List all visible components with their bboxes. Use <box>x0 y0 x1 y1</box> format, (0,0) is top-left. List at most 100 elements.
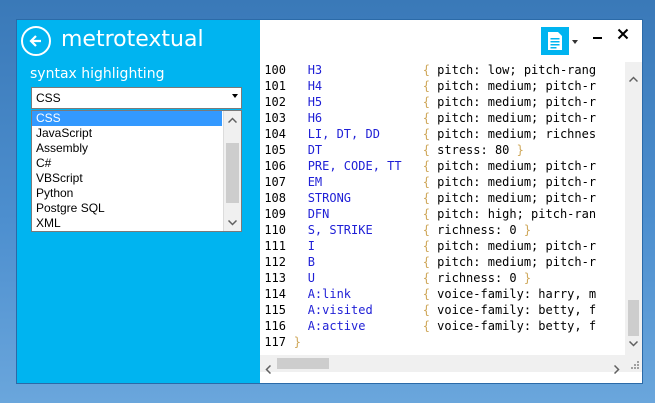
syntax-dropdown: CSS JavaScript Assembly C# VBScript Python Pos… <box>31 110 242 232</box>
scroll-up-icon[interactable] <box>628 67 639 86</box>
line-number: 117 <box>264 335 286 349</box>
css-selector: DFN <box>307 207 330 221</box>
line-number: 101 <box>264 79 286 93</box>
css-selector: B <box>307 255 315 269</box>
editor-vscroll-thumb[interactable] <box>628 300 639 336</box>
css-declarations: pitch: medium; pitch-r <box>437 255 597 269</box>
open-brace: { <box>422 207 438 221</box>
code-line: 109 DFN { pitch: high; pitch-ran <box>260 206 625 222</box>
open-brace: { <box>422 63 438 77</box>
dropdown-scrollbar[interactable] <box>223 111 241 231</box>
css-selector: H6 <box>307 111 323 125</box>
app-window: metrotextual syntax highlighting CSS CSS… <box>17 20 642 383</box>
chevron-down-icon[interactable] <box>232 94 238 98</box>
editor-horizontal-scrollbar[interactable] <box>260 355 625 375</box>
code-line: 110 S, STRIKE { richness: 0 } <box>260 222 625 238</box>
line-number: 112 <box>264 255 286 269</box>
css-selector: H5 <box>307 95 323 109</box>
dropdown-option[interactable]: Assembly <box>32 141 222 156</box>
css-declarations: pitch: medium; richnes <box>437 127 597 141</box>
syntax-combo-value: CSS <box>36 91 61 105</box>
css-declarations: pitch: medium; pitch-r <box>437 175 597 189</box>
back-button[interactable] <box>21 26 51 56</box>
css-declarations: pitch: low; pitch-rang <box>437 63 597 77</box>
css-declarations: richness: 0 <box>437 223 524 237</box>
code-line: 114 A:link { voice-family: harry, m <box>260 286 625 302</box>
code-line: 105 DT { stress: 80 } <box>260 142 625 158</box>
close-brace: } <box>523 271 532 285</box>
scroll-up-icon[interactable] <box>224 111 241 128</box>
dropdown-option[interactable]: XML <box>32 216 222 231</box>
css-selector: A:active <box>307 319 366 333</box>
code-line: 115 A:visited { voice-family: betty, f <box>260 302 625 318</box>
code-line: 108 STRONG { pitch: medium; pitch-r <box>260 190 625 206</box>
open-brace: { <box>422 143 438 157</box>
scroll-down-icon[interactable] <box>224 214 241 231</box>
line-number: 111 <box>264 239 286 253</box>
code-line: 104 LI, DT, DD { pitch: medium; richnes <box>260 126 625 142</box>
dropdown-scroll-thumb[interactable] <box>226 143 239 203</box>
code-line: 112 B { pitch: medium; pitch-r <box>260 254 625 270</box>
dropdown-option[interactable]: CSS <box>32 111 222 126</box>
line-number: 100 <box>264 63 286 77</box>
css-declarations: pitch: medium; pitch-r <box>437 79 597 93</box>
open-brace: { <box>422 175 438 189</box>
line-number: 107 <box>264 175 286 189</box>
app-title: metrotextual <box>61 27 204 52</box>
code-editor[interactable]: 100 H3 { pitch: low; pitch-rang 101 H4 { pi… <box>260 62 625 355</box>
css-selector: U <box>307 271 315 285</box>
line-number: 114 <box>264 287 286 301</box>
line-number: 104 <box>264 127 286 141</box>
scroll-right-icon[interactable] <box>613 359 620 378</box>
document-button[interactable] <box>541 27 569 55</box>
line-number: 102 <box>264 95 286 109</box>
minimize-button[interactable] <box>591 29 605 43</box>
line-number: 105 <box>264 143 286 157</box>
open-brace: { <box>422 287 438 301</box>
dropdown-option[interactable]: JavaScript <box>32 126 222 141</box>
editor-toolbar <box>260 20 642 64</box>
line-number: 113 <box>264 271 286 285</box>
sidebar: metrotextual syntax highlighting CSS CSS… <box>17 20 260 383</box>
code-line: 117 } <box>260 334 625 350</box>
close-button[interactable] <box>617 26 631 42</box>
editor-vertical-scrollbar[interactable] <box>625 62 642 356</box>
dropdown-option[interactable]: Python <box>32 186 222 201</box>
open-brace: { <box>422 127 438 141</box>
code-line: 107 EM { pitch: medium; pitch-r <box>260 174 625 190</box>
scroll-left-icon[interactable] <box>265 359 272 378</box>
line-number: 115 <box>264 303 286 317</box>
section-label: syntax highlighting <box>30 66 165 82</box>
dropdown-option[interactable]: VBScript <box>32 171 222 186</box>
syntax-combo[interactable]: CSS <box>31 87 242 109</box>
dropdown-option[interactable]: C# <box>32 156 222 171</box>
line-number: 116 <box>264 319 286 333</box>
close-icon <box>617 28 629 40</box>
css-selector: H4 <box>307 79 323 93</box>
document-menu-chevron-icon[interactable] <box>572 40 578 44</box>
css-selector: STRONG <box>307 191 352 205</box>
editor-hscroll-thumb[interactable] <box>277 358 329 369</box>
css-declarations: richness: 0 <box>437 271 524 285</box>
dropdown-option[interactable]: Postgre SQL <box>32 201 222 216</box>
open-brace: { <box>422 111 438 125</box>
scrollbar-corner <box>625 355 642 372</box>
scroll-down-icon[interactable] <box>628 332 639 351</box>
close-brace: } <box>523 223 532 237</box>
css-declarations: pitch: medium; pitch-r <box>437 191 597 205</box>
css-selector: LI, DT, DD <box>307 127 380 141</box>
css-selector: I <box>307 239 315 253</box>
css-declarations: voice-family: betty, f <box>437 303 597 317</box>
css-declarations: stress: 80 <box>437 143 517 157</box>
closing-brace: } <box>293 335 301 349</box>
css-declarations: pitch: medium; pitch-r <box>437 159 597 173</box>
code-line: 102 H5 { pitch: medium; pitch-r <box>260 94 625 110</box>
line-number: 110 <box>264 223 286 237</box>
line-number: 106 <box>264 159 286 173</box>
open-brace: { <box>422 79 438 93</box>
resize-grip-icon[interactable] <box>625 355 642 372</box>
editor-pane: 100 H3 { pitch: low; pitch-rang 101 H4 { pi… <box>260 20 642 383</box>
open-brace: { <box>422 159 438 173</box>
css-declarations: pitch: medium; pitch-r <box>437 111 597 125</box>
css-selector: PRE, CODE, TT <box>307 159 402 173</box>
